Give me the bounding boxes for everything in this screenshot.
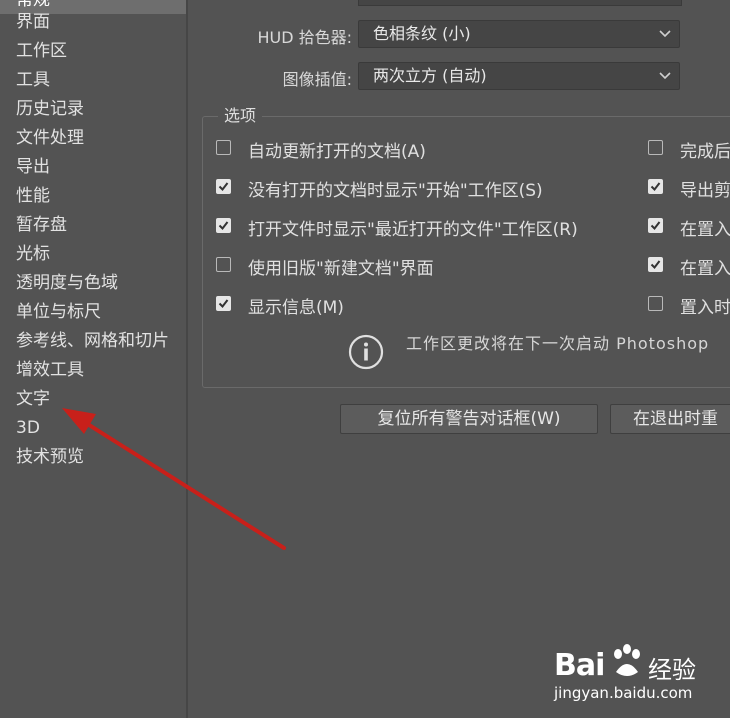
sidebar-item-3d[interactable]: 3D: [16, 414, 40, 442]
show-recent-files-workspace-label: 打开文件时显示"最近打开的文件"工作区(R): [248, 220, 578, 240]
right-option-1-label: 完成后: [680, 142, 730, 162]
sidebar-item-transparency-gamut[interactable]: 透明度与色域: [16, 269, 118, 297]
right-option-3-label: 在置入: [680, 220, 730, 240]
sidebar-item-export[interactable]: 导出: [16, 153, 50, 181]
hud-color-picker-select[interactable]: 色相条纹 (小): [358, 20, 680, 48]
sidebar-item-tools[interactable]: 工具: [16, 66, 50, 94]
right-option-5-label: 置入时: [680, 298, 730, 318]
options-group-title: 选项: [218, 102, 263, 126]
image-interpolation-label: 图像插值:: [282, 70, 352, 89]
checkmark-icon: [218, 182, 229, 192]
right-option-3-checkbox[interactable]: [648, 218, 663, 233]
reset-all-warnings-button[interactable]: 复位所有警告对话框(W): [340, 404, 598, 434]
hud-color-picker-label: HUD 拾色器:: [257, 28, 352, 47]
show-recent-files-workspace-checkbox[interactable]: [216, 218, 231, 233]
checkmark-icon: [650, 221, 661, 231]
info-icon: [348, 334, 384, 370]
show-tooltips-label: 显示信息(M): [248, 298, 344, 318]
auto-update-open-docs-label: 自动更新打开的文档(A): [248, 142, 426, 162]
sidebar-item-file-handling[interactable]: 文件处理: [16, 124, 84, 152]
right-option-2-label: 导出剪: [680, 181, 730, 201]
sidebar-item-guides-grid-slices[interactable]: 参考线、网格和切片: [16, 327, 169, 355]
sidebar-item-units-rulers[interactable]: 单位与标尺: [16, 298, 101, 326]
sidebar-item-interface[interactable]: 界面: [16, 8, 50, 36]
sidebar-item-technology-previews[interactable]: 技术预览: [16, 443, 84, 471]
restart-info-text: 工作区更改将在下一次启动 Photoshop: [406, 334, 710, 353]
baidu-jingyan-watermark: Bai 经验 jingyan.baidu.com: [552, 640, 722, 706]
checkmark-icon: [650, 260, 661, 270]
watermark-url: jingyan.baidu.com: [554, 684, 693, 702]
auto-update-open-docs-checkbox[interactable]: [216, 140, 231, 155]
right-option-2-checkbox[interactable]: [648, 179, 663, 194]
watermark-brand-tail: 经验: [648, 656, 696, 684]
show-start-workspace-label: 没有打开的文档时显示"开始"工作区(S): [248, 181, 543, 201]
show-start-workspace-checkbox[interactable]: [216, 179, 231, 194]
preferences-main-panel: HUD 拾色器: 色相条纹 (小) 图像插值: 两次立方 (自动) 选项 自动更…: [188, 0, 730, 718]
chevron-down-icon: [659, 72, 671, 80]
preferences-sidebar: 常规 界面 工作区 工具 历史记录 文件处理 导出 性能 暂存盘 光标 透明度与…: [0, 0, 188, 718]
checkmark-icon: [650, 182, 661, 192]
legacy-new-document-checkbox[interactable]: [216, 257, 231, 272]
preferences-dialog: 常规 界面 工作区 工具 历史记录 文件处理 导出 性能 暂存盘 光标 透明度与…: [0, 0, 730, 718]
sidebar-item-performance[interactable]: 性能: [16, 182, 50, 210]
paw-icon: [614, 644, 640, 676]
show-tooltips-checkbox[interactable]: [216, 296, 231, 311]
sidebar-item-type[interactable]: 文字: [16, 385, 50, 413]
top-select-partial[interactable]: [358, 0, 682, 6]
right-option-4-checkbox[interactable]: [648, 257, 663, 272]
image-interpolation-select[interactable]: 两次立方 (自动): [358, 62, 680, 90]
right-option-4-label: 在置入: [680, 259, 730, 279]
right-option-5-checkbox[interactable]: [648, 296, 663, 311]
sidebar-item-plugins[interactable]: 增效工具: [16, 356, 84, 384]
sidebar-item-cursors[interactable]: 光标: [16, 240, 50, 268]
watermark-brand: Bai: [554, 648, 605, 683]
right-option-1-checkbox[interactable]: [648, 140, 663, 155]
hud-color-picker-value: 色相条纹 (小): [373, 24, 471, 43]
chevron-down-icon: [659, 30, 671, 38]
image-interpolation-value: 两次立方 (自动): [373, 66, 487, 85]
reset-on-exit-button[interactable]: 在退出时重: [610, 404, 730, 434]
checkmark-icon: [218, 221, 229, 231]
legacy-new-document-label: 使用旧版"新建文档"界面: [248, 259, 434, 279]
sidebar-item-scratch-disks[interactable]: 暂存盘: [16, 211, 67, 239]
checkmark-icon: [218, 299, 229, 309]
sidebar-item-history[interactable]: 历史记录: [16, 95, 84, 123]
sidebar-item-workspace[interactable]: 工作区: [16, 37, 67, 65]
